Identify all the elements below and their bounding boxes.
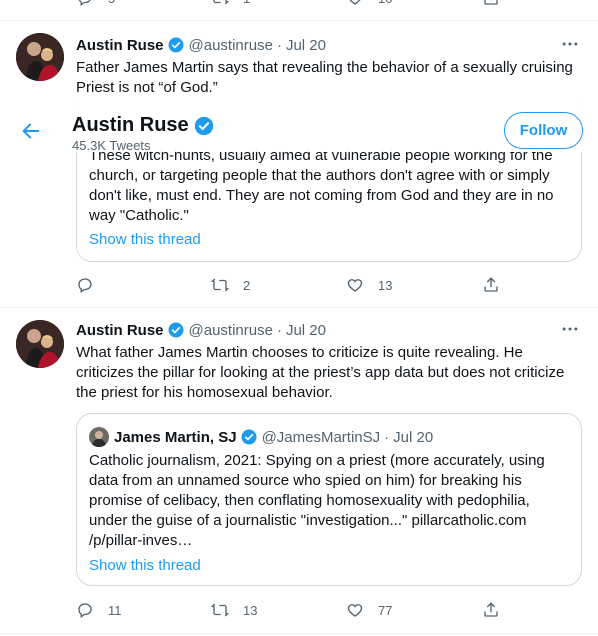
tweet-divider [0,20,598,21]
avatar-photo [16,33,64,81]
retweet-button[interactable]: 2 [211,276,250,294]
reply-count: 11 [108,602,122,618]
retweet-button[interactable]: 1 [211,0,250,7]
previous-tweet-actions: 5 1 10 [76,0,516,8]
verified-badge-icon [168,322,184,338]
share-icon [484,602,498,617]
profile-name: Austin Ruse [72,114,219,137]
tweet-header: Austin Ruse @austinruse · Jul 20 [76,36,326,54]
retweet-count: 1 [243,0,250,6]
tweet-count: 45.3K Tweets [72,138,151,153]
like-count: 77 [378,602,393,618]
tweet-text: What father James Martin chooses to crit… [76,344,565,401]
reply-icon [78,0,91,7]
retweet-count: 13 [243,602,258,618]
avatar[interactable] [16,33,64,81]
separator-dot: · [276,321,282,339]
quoted-author-avatar [89,427,109,447]
quoted-tweet-date: Jul 20 [393,428,434,446]
share-icon [484,277,498,292]
verified-badge-icon [194,116,213,135]
verified-badge-icon [168,37,184,53]
reply-icon [78,278,92,294]
share-icon [484,0,498,5]
quoted-tweet-header: James Martin, SJ @JamesMartinSJ · Jul 20 [89,427,433,447]
tweet-header: Austin Ruse @austinruse · Jul 20 [76,321,326,339]
more-options-icon[interactable] [560,319,580,339]
quoted-tweet[interactable]: James Martin, SJ @JamesMartinSJ · Jul 20… [76,413,582,586]
reply-icon [78,603,92,619]
avatar[interactable] [16,320,64,368]
quoted-tweet-text: Catholic journalism, 2021: Spying on a p… [89,452,545,549]
heart-icon [347,279,363,292]
author-handle[interactable]: @austinruse [189,37,273,54]
reply-count: 5 [108,0,115,6]
tweet-date[interactable]: Jul 20 [286,322,326,339]
retweet-icon [211,603,229,617]
heart-icon [349,0,361,5]
author-name[interactable]: Austin Ruse [76,37,164,54]
tweet-divider [0,633,598,634]
share-button[interactable] [482,276,500,294]
reply-button[interactable]: 5 [76,0,115,7]
separator-dot: · [384,428,390,446]
reply-button[interactable]: 11 [76,601,122,619]
tweet-date[interactable]: Jul 20 [286,37,326,54]
like-count: 10 [378,0,392,6]
show-thread-link[interactable]: Show this thread [89,231,201,248]
author-name[interactable]: Austin Ruse [76,322,164,339]
reply-button[interactable] [76,276,108,294]
tweet-divider [0,307,598,308]
share-button[interactable] [482,601,500,619]
retweet-button[interactable]: 13 [211,601,257,619]
author-handle[interactable]: @austinruse [189,322,273,339]
separator-dot: · [276,36,282,54]
share-button[interactable] [482,0,500,7]
retweet-count: 2 [243,277,251,293]
tweet-actions: 11 13 77 [76,600,516,620]
show-thread-link[interactable]: Show this thread [89,557,201,574]
like-button[interactable]: 10 [346,0,392,7]
avatar-photo [16,320,64,368]
quoted-author-name: James Martin, SJ [114,428,237,446]
follow-button[interactable]: Follow [504,112,583,149]
like-count: 13 [378,277,393,293]
retweet-icon [213,0,229,5]
more-options-icon[interactable] [560,34,580,54]
like-button[interactable]: 13 [346,276,392,294]
back-arrow-icon[interactable] [20,120,42,142]
like-button[interactable]: 77 [346,601,392,619]
heart-icon [347,604,363,617]
retweet-icon [211,278,229,292]
quoted-tweet-text: These witch-hunts, usually aimed at vuln… [89,147,554,224]
tweet-actions: 2 13 [76,275,516,295]
verified-badge-icon [241,429,257,445]
profile-name-text: Austin Ruse [72,114,189,136]
quoted-author-handle: @JamesMartinSJ [261,428,381,446]
tweet-text: Father James Martin says that revealing … [76,59,573,96]
